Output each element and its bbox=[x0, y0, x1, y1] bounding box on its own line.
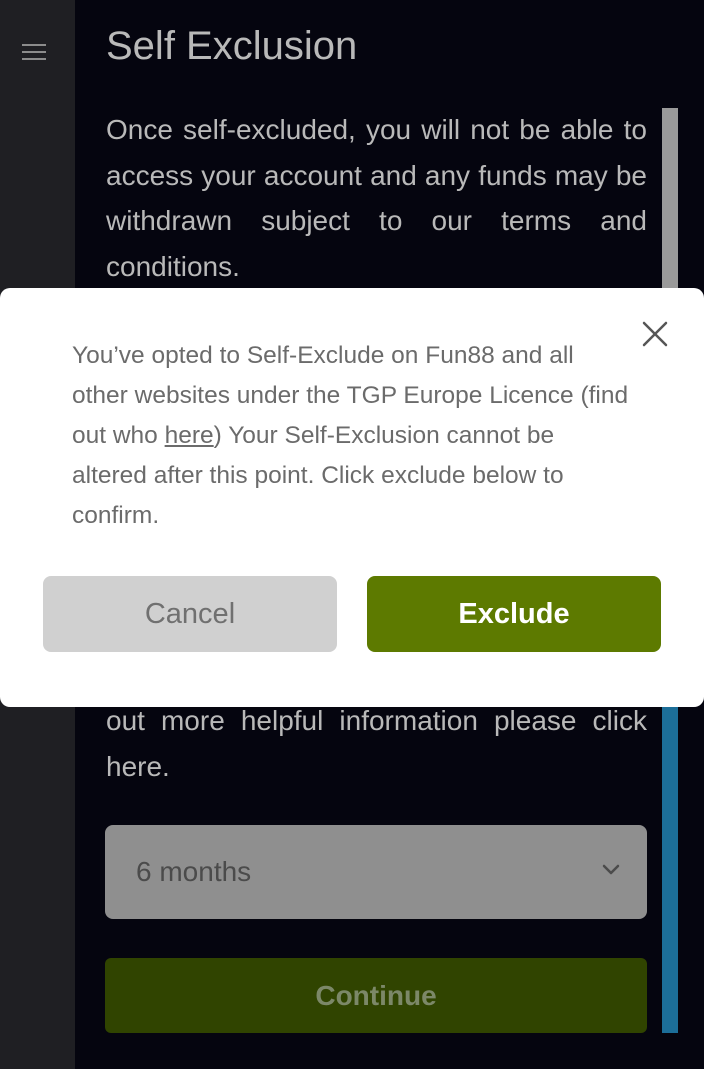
dialog-message: You’ve opted to Self-Exclude on Fun88 an… bbox=[72, 336, 632, 536]
exclude-button[interactable]: Exclude bbox=[367, 576, 661, 652]
close-icon[interactable] bbox=[641, 320, 669, 348]
find-out-who-link[interactable]: here bbox=[165, 422, 214, 449]
cancel-button[interactable]: Cancel bbox=[43, 576, 337, 652]
